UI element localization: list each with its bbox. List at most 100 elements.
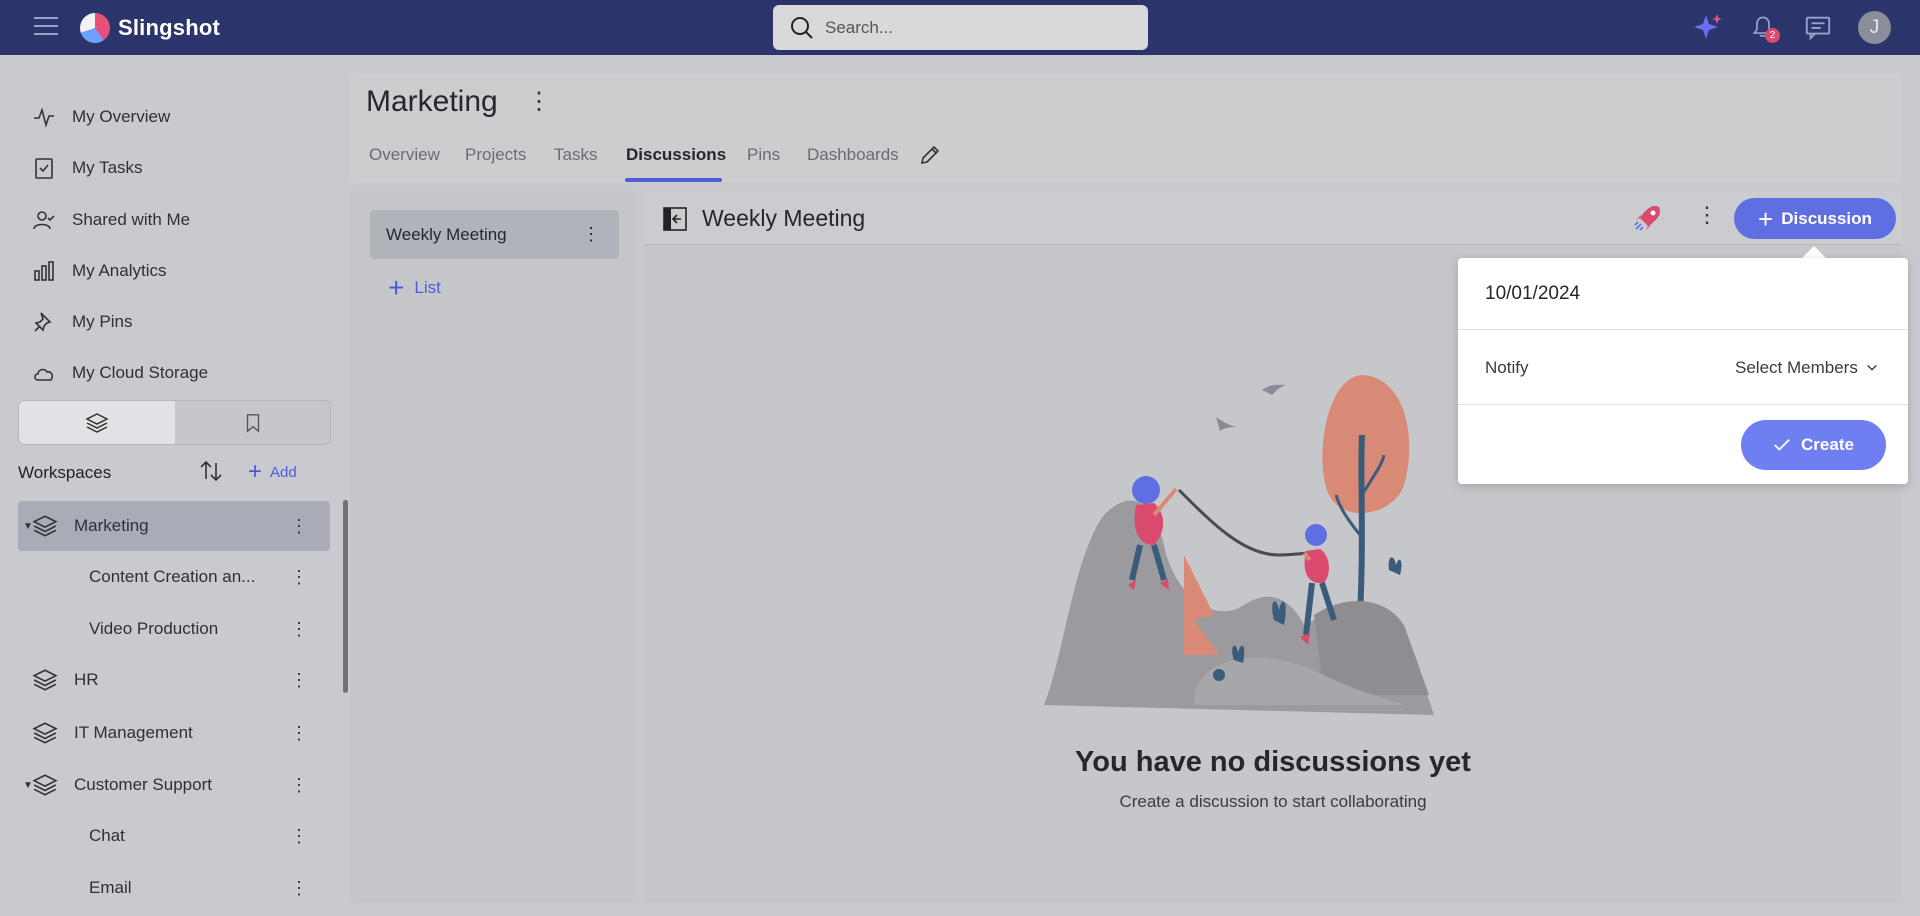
discussion-header: Weekly Meeting ⋮ + Discussion (644, 190, 1902, 245)
user-avatar[interactable]: J (1858, 11, 1891, 44)
sort-icon[interactable] (198, 458, 224, 489)
plus-icon: + (248, 458, 263, 485)
layers-icon (32, 515, 58, 537)
tab-projects[interactable]: Projects (465, 145, 526, 165)
nav-my-analytics[interactable]: My Analytics (32, 253, 166, 289)
edit-tabs-pencil-icon[interactable] (918, 143, 942, 172)
more-options-icon[interactable]: ⋮ (582, 224, 600, 245)
workspaces-heading: Workspaces (18, 463, 112, 482)
tree-item-label: Email (89, 878, 132, 897)
tab-pins[interactable]: Pins (747, 145, 780, 165)
select-members-dropdown[interactable]: Select Members (1735, 358, 1878, 378)
more-options-icon[interactable]: ⋮ (290, 620, 308, 638)
list-item-weekly-meeting[interactable]: Weekly Meeting ⋮ (370, 210, 619, 259)
app-logo[interactable]: Slingshot (80, 13, 220, 43)
nav-label: My Cloud Storage (72, 363, 209, 382)
nav-label: My Pins (72, 312, 133, 331)
discussion-date-field[interactable]: 10/01/2024 (1485, 283, 1580, 305)
collapse-panel-icon[interactable] (662, 206, 688, 237)
workspace-view-toggle (18, 400, 331, 445)
tree-item-chat[interactable]: Chat ⋮ (18, 811, 330, 861)
empty-state-subtitle: Create a discussion to start collaborati… (1119, 792, 1427, 811)
add-discussion-button[interactable]: + Discussion (1734, 198, 1896, 239)
search-box[interactable] (773, 5, 1148, 50)
bookmarks-tab[interactable] (175, 401, 330, 444)
left-sidebar: My Overview My Tasks Shared with Me My A… (0, 55, 345, 916)
nav-label: My Tasks (72, 158, 143, 177)
rocket-icon[interactable] (1632, 202, 1664, 239)
messages-icon[interactable] (1803, 12, 1833, 42)
layers-icon (32, 669, 58, 691)
layers-icon (32, 774, 58, 796)
search-icon (791, 16, 813, 39)
tab-dashboards[interactable]: Dashboards (807, 145, 899, 165)
project-more-options-icon[interactable]: ⋮ (527, 87, 551, 116)
tree-item-label: IT Management (74, 723, 193, 742)
tree-item-email[interactable]: Email ⋮ (18, 863, 330, 913)
chevron-down-icon (1867, 364, 1877, 371)
nav-label: Shared with Me (72, 210, 191, 229)
tree-item-label: Chat (89, 826, 125, 845)
create-discussion-button[interactable]: Create (1741, 420, 1886, 470)
nav-label: My Overview (72, 107, 171, 126)
nav-label: My Analytics (72, 261, 167, 280)
search-input[interactable] (825, 17, 1125, 38)
nav-my-cloud-storage[interactable]: My Cloud Storage (32, 355, 208, 391)
more-options-icon[interactable]: ⋮ (290, 724, 308, 742)
hamburger-menu-icon[interactable] (34, 17, 58, 37)
page-title: Marketing (366, 85, 498, 118)
tree-item-label: Video Production (89, 619, 219, 638)
more-options-icon[interactable]: ⋮ (290, 568, 308, 586)
task-check-icon (35, 158, 53, 179)
lists-panel: Weekly Meeting ⋮ + List (350, 190, 637, 903)
empty-state-title: You have no discussions yet (1075, 746, 1471, 778)
check-icon (1774, 438, 1790, 451)
bookmark-icon (246, 413, 260, 433)
new-discussion-popup: 10/01/2024 Notify Select Members Create (1458, 258, 1908, 484)
layers-icon (32, 722, 58, 744)
user-check-icon (33, 211, 55, 230)
nav-my-tasks[interactable]: My Tasks (32, 150, 143, 186)
cloud-icon (34, 368, 54, 381)
pin-icon (34, 312, 52, 332)
notification-badge: 2 (1765, 28, 1780, 43)
notify-label: Notify (1485, 358, 1529, 377)
tree-item-it-management[interactable]: IT Management ⋮ (18, 708, 330, 758)
nav-my-overview[interactable]: My Overview (32, 99, 170, 135)
bar-chart-icon (34, 261, 54, 281)
add-workspace-button[interactable]: + Add (248, 460, 297, 484)
discussion-more-options-icon[interactable]: ⋮ (1696, 202, 1718, 228)
divider (1458, 404, 1908, 405)
tab-overview[interactable]: Overview (369, 145, 440, 165)
more-options-icon[interactable]: ⋮ (290, 671, 308, 689)
add-list-button[interactable]: + List (388, 274, 441, 302)
workspaces-tab[interactable] (19, 401, 175, 444)
tree-item-content-creation[interactable]: Content Creation an... ⋮ (18, 552, 330, 602)
tab-discussions[interactable]: Discussions (626, 145, 726, 165)
more-options-icon[interactable]: ⋮ (290, 879, 308, 897)
project-header: Marketing ⋮ Overview Projects Tasks Disc… (350, 73, 1902, 183)
ai-sparkle-icon[interactable] (1693, 12, 1723, 42)
layers-icon (85, 412, 109, 433)
more-options-icon[interactable]: ⋮ (290, 776, 308, 794)
list-title: Weekly Meeting (702, 205, 866, 231)
tree-item-marketing[interactable]: ▼ Marketing ⋮ (18, 501, 330, 551)
tab-tasks[interactable]: Tasks (554, 145, 597, 165)
empty-state-illustration (1044, 375, 1434, 715)
tree-item-customer-support[interactable]: ▼ Customer Support ⋮ (18, 760, 330, 810)
more-options-icon[interactable]: ⋮ (290, 517, 308, 535)
more-options-icon[interactable]: ⋮ (290, 827, 308, 845)
plus-icon: + (1758, 203, 1774, 234)
nav-my-pins[interactable]: My Pins (32, 304, 132, 340)
tree-item-hr[interactable]: HR ⋮ (18, 655, 330, 705)
nav-shared-with-me[interactable]: Shared with Me (32, 202, 190, 238)
tree-item-label: Customer Support (74, 775, 212, 794)
active-tab-indicator (625, 178, 722, 182)
tree-item-label: HR (74, 670, 99, 689)
tree-item-video-production[interactable]: Video Production ⋮ (18, 604, 330, 654)
divider (1458, 329, 1908, 330)
pulse-icon (34, 107, 54, 128)
sidebar-scrollbar[interactable] (343, 500, 348, 693)
plus-icon: + (388, 272, 405, 303)
notifications-bell-icon[interactable]: 2 (1748, 12, 1780, 43)
